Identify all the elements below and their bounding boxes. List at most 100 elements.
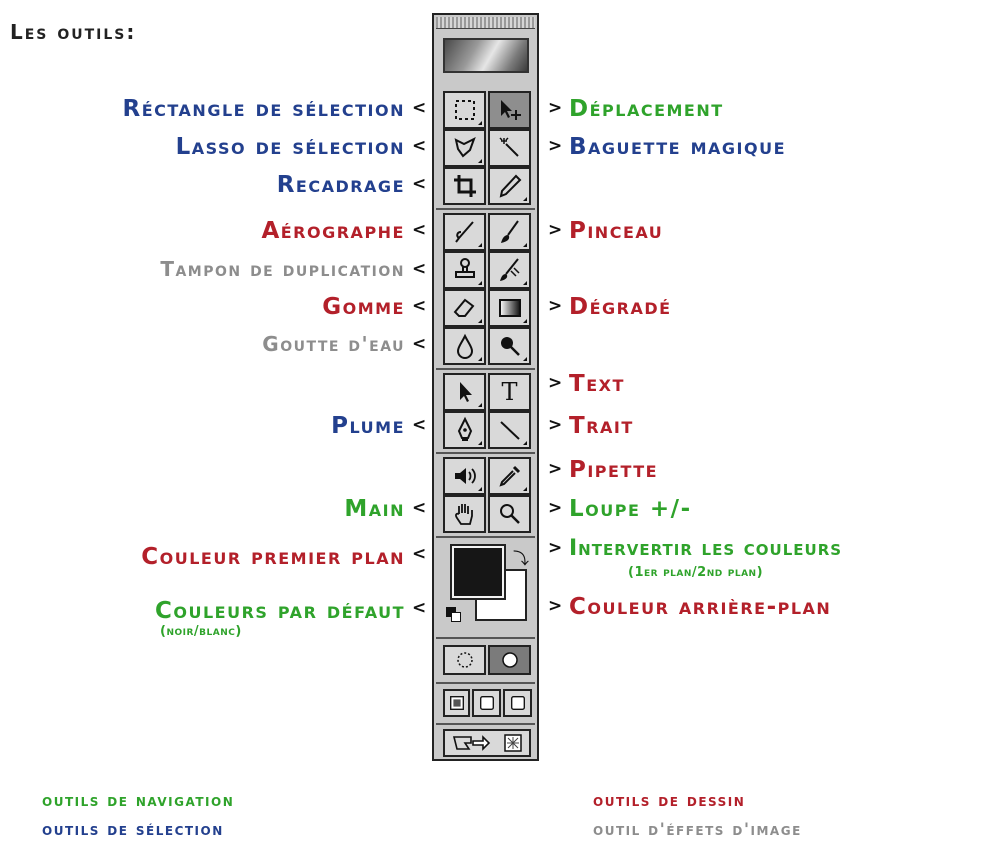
- toolbox-panel: T ⤵: [432, 13, 539, 761]
- arrow-trait: >: [548, 415, 563, 435]
- label-plume: Plume: [331, 413, 405, 439]
- move-icon: [500, 100, 521, 120]
- standard-mode-button[interactable]: [443, 645, 486, 675]
- label-trait: Trait: [569, 413, 634, 439]
- label-tampon: Tampon de duplication: [160, 257, 405, 281]
- screen-mode-icon: [449, 696, 464, 710]
- line-tool[interactable]: [488, 411, 531, 449]
- app-logo: [443, 38, 529, 73]
- standard-screen-button[interactable]: [443, 689, 470, 717]
- label-couleurs-par-defaut-sub: (noir/blanc): [160, 624, 242, 639]
- paintbrush-tool[interactable]: [488, 213, 531, 251]
- lasso-icon: [454, 136, 476, 158]
- legend-navigation: outils de navigation: [42, 791, 235, 811]
- arrow-recadrage: <: [412, 174, 427, 194]
- label-pinceau: Pinceau: [569, 218, 664, 244]
- label-deplacement: Déplacement: [569, 96, 724, 122]
- label-couleur-arriere-plan: Couleur arrière-plan: [569, 594, 832, 620]
- airbrush-tool[interactable]: [443, 213, 486, 251]
- dodge-tool[interactable]: [488, 327, 531, 365]
- magic-wand-icon: [498, 137, 519, 157]
- label-recadrage: Recadrage: [276, 172, 405, 198]
- arrow-couleur-premier-plan: <: [412, 544, 427, 564]
- toolbox-grip[interactable]: [436, 17, 535, 29]
- brush-icon: [500, 220, 519, 243]
- lasso-tool[interactable]: [443, 129, 486, 167]
- arrow-couleurs-par-defaut: <: [412, 598, 427, 618]
- arrow-deplacement: >: [548, 98, 563, 118]
- clone-stamp-tool[interactable]: [443, 251, 486, 289]
- magic-wand-tool[interactable]: [488, 129, 531, 167]
- legend-dessin: outils de dessin: [593, 791, 746, 811]
- full-screen-button[interactable]: [503, 689, 532, 717]
- rectangle-select-tool[interactable]: [443, 91, 486, 129]
- blur-tool[interactable]: [443, 327, 486, 365]
- arrow-main: <: [412, 498, 427, 518]
- pen-tool[interactable]: [443, 411, 486, 449]
- pen-icon: [457, 416, 472, 441]
- jump-to-imageready-button[interactable]: [443, 729, 531, 757]
- stamp-icon: [454, 258, 475, 278]
- legend-selection: outils de sélection: [42, 820, 224, 840]
- crop-tool[interactable]: [443, 167, 486, 205]
- label-degrade: Dégradé: [569, 294, 672, 320]
- label-rectangle-selection: Réctangle de sélection: [122, 96, 405, 122]
- line-icon: [499, 421, 520, 440]
- arrow-goutte: <: [412, 334, 427, 354]
- label-gomme: Gomme: [322, 294, 405, 320]
- history-brush-icon: [499, 258, 520, 281]
- foreground-color-swatch[interactable]: [450, 544, 506, 600]
- toolbox-divider: [436, 682, 535, 684]
- hand-tool[interactable]: [443, 495, 486, 533]
- label-aerographe: Aérographe: [261, 218, 405, 244]
- label-text: Text: [569, 371, 625, 397]
- zoom-tool[interactable]: [488, 495, 531, 533]
- arrow-gomme: <: [412, 296, 427, 316]
- toolbox-divider: [436, 637, 535, 639]
- toolbox-divider: [436, 536, 535, 538]
- water-drop-icon: [456, 333, 473, 359]
- eraser-tool[interactable]: [443, 289, 486, 327]
- full-screen-menu-button[interactable]: [472, 689, 501, 717]
- label-intervertir-sub: (1er plan/2nd plan): [628, 565, 764, 580]
- label-goutte: Goutte d'eau: [262, 332, 405, 356]
- label-couleur-premier-plan: Couleur premier plan: [141, 544, 405, 570]
- text-tool[interactable]: T: [488, 373, 531, 411]
- arrow-aerographe: <: [412, 220, 427, 240]
- label-couleurs-par-defaut: Couleurs par défaut: [154, 598, 405, 624]
- move-tool[interactable]: [488, 91, 531, 129]
- quick-mask-button[interactable]: [488, 645, 531, 675]
- toolbox-divider: [436, 452, 535, 454]
- arrow-baguette: >: [548, 136, 563, 156]
- toolbox-divider: [436, 723, 535, 725]
- label-intervertir: Intervertir les couleurs: [569, 536, 843, 561]
- arrow-lasso: <: [412, 136, 427, 156]
- screen-mode-icon: [510, 696, 525, 710]
- airbrush-icon: [454, 221, 474, 243]
- gradient-tool[interactable]: [488, 289, 531, 327]
- arrow-plume: <: [412, 415, 427, 435]
- default-colors-icon[interactable]: [446, 607, 462, 623]
- type-icon: T: [501, 378, 518, 406]
- audio-annotation-tool[interactable]: [443, 457, 486, 495]
- label-lasso-selection: Lasso de sélection: [175, 134, 405, 160]
- label-main: Main: [344, 496, 405, 522]
- path-select-tool[interactable]: [443, 373, 486, 411]
- swap-colors-icon[interactable]: ⤵: [513, 545, 529, 569]
- arrow-couleur-arriere-plan: >: [548, 596, 563, 616]
- page-title: Les outils:: [10, 20, 137, 44]
- eyedropper-small-tool[interactable]: [488, 167, 531, 205]
- screen-mode-icon: [479, 696, 494, 710]
- toolbox-divider: [436, 208, 535, 210]
- dodge-icon: [500, 337, 520, 356]
- arrow-loupe: >: [548, 498, 563, 518]
- arrow-tampon: <: [412, 259, 427, 279]
- history-brush-tool[interactable]: [488, 251, 531, 289]
- standard-mode-icon: [456, 652, 473, 668]
- eyedropper-tool[interactable]: [488, 457, 531, 495]
- imageready-icon: [504, 734, 522, 752]
- color-swatches: ⤵: [443, 543, 534, 631]
- arrow-degrade: >: [548, 296, 563, 316]
- label-loupe: Loupe +/-: [569, 496, 692, 522]
- arrow-intervertir: >: [548, 538, 563, 558]
